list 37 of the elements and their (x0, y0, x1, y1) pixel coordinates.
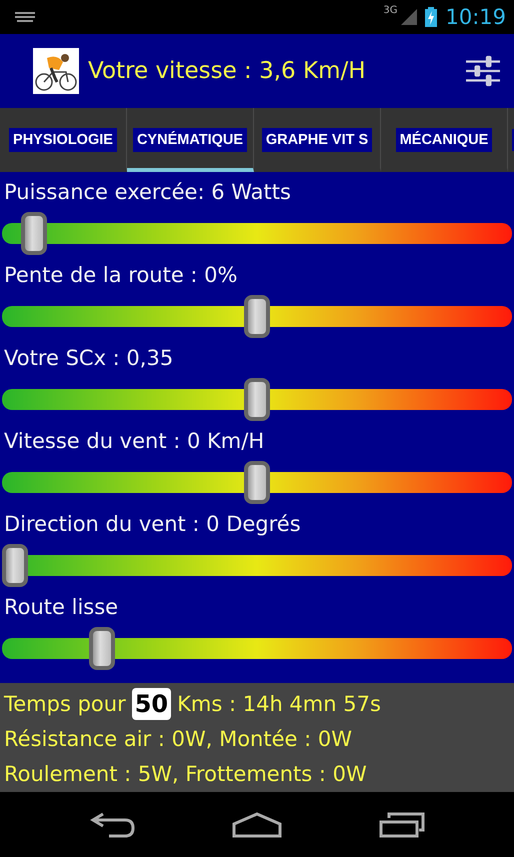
slider[interactable] (2, 295, 512, 338)
slider[interactable] (2, 378, 512, 421)
network-label: 3G (383, 5, 398, 16)
slider-thumb[interactable] (244, 378, 270, 421)
back-icon[interactable] (88, 812, 135, 838)
recents-icon[interactable] (379, 812, 426, 838)
tab[interactable]: PHYSIOLOGIE (0, 108, 127, 172)
slider[interactable] (2, 627, 512, 670)
slider[interactable] (2, 212, 512, 255)
slider[interactable] (2, 461, 512, 504)
result-text: Kms : 14h 4mn 57s (177, 692, 381, 716)
home-icon[interactable] (232, 812, 282, 838)
clock-time: 10:19 (445, 5, 506, 29)
slider-thumb[interactable] (244, 461, 270, 504)
cyclist-icon (33, 48, 79, 94)
distance-field[interactable]: 50 (132, 688, 172, 720)
result-text: Résistance air : 0W, Montée : 0W (4, 726, 353, 752)
slider-thumb[interactable] (2, 544, 28, 587)
result-text: Temps pour (4, 692, 126, 716)
battery-icon (425, 7, 438, 27)
tab[interactable]: MÉCANIQUE (381, 108, 508, 172)
keyboard-icon (14, 11, 36, 23)
tab[interactable]: GRAPHE VIT S (254, 108, 381, 172)
slider-label: Puissance exercée: 6 Watts (3, 179, 292, 206)
slider-label: Votre SCx : 0,35 (3, 345, 174, 372)
slider-label: Route lisse (3, 594, 120, 621)
speed-title: Votre vitesse : 3,6 Km/H (88, 58, 366, 84)
slider-label: Pente de la route : 0% (3, 262, 239, 289)
slider-thumb[interactable] (89, 627, 116, 670)
result-text: Roulement : 5W, Frottements : 0W (4, 760, 368, 788)
slider[interactable] (2, 544, 512, 587)
slider-label: Vitesse du vent : 0 Km/H (3, 428, 266, 455)
slider-label: Direction du vent : 0 Degrés (3, 511, 302, 538)
settings-icon[interactable] (466, 55, 500, 87)
slider-thumb[interactable] (21, 212, 48, 255)
signal-icon (401, 9, 418, 25)
slider-thumb[interactable] (244, 295, 270, 338)
